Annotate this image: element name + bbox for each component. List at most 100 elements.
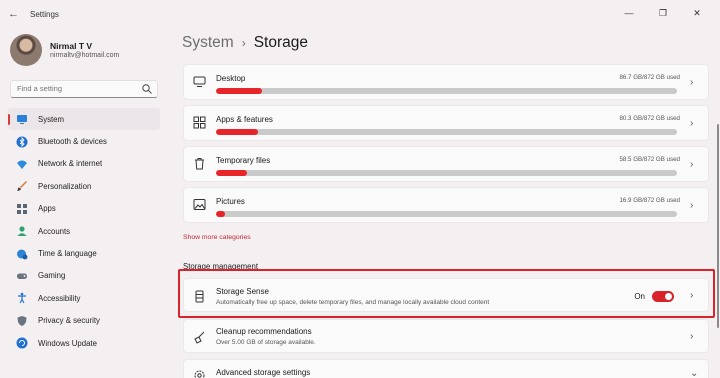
breadcrumb-parent[interactable]: System	[182, 34, 234, 52]
cleanup-label: Cleanup recommendations	[216, 327, 312, 336]
chevron-right-icon: ›	[690, 77, 694, 88]
person-icon	[16, 225, 28, 237]
shield-icon	[16, 315, 28, 327]
desktop-icon	[192, 74, 206, 88]
sidebar-item-apps[interactable]: Apps	[8, 198, 160, 220]
user-name: Nirmal T V	[50, 41, 93, 51]
category-label: Apps & features	[216, 115, 273, 124]
storage-sense-label: Storage Sense	[216, 287, 269, 296]
sidebar-item-bluetooth[interactable]: Bluetooth & devices	[8, 130, 160, 152]
usage-bar	[216, 129, 677, 135]
usage-bar	[216, 170, 677, 176]
category-label: Desktop	[216, 74, 246, 83]
apps-features-icon	[192, 115, 206, 129]
sidebar-item-label: Bluetooth & devices	[38, 137, 107, 147]
category-used: 16.9 GB/872 GB used	[619, 197, 680, 204]
category-desktop[interactable]: Desktop 86.7 GB/872 GB used ›	[183, 64, 709, 100]
usage-bar-fill	[216, 170, 247, 176]
chevron-down-icon: ⌄	[690, 368, 699, 378]
breadcrumb-separator: ›	[241, 36, 246, 50]
sidebar-item-label: Accessibility	[38, 293, 81, 303]
sidebar-item-label: Gaming	[38, 271, 66, 281]
scrollbar-thumb[interactable]	[717, 124, 719, 328]
usage-bar-fill	[216, 88, 262, 94]
storage-sense-toggle[interactable]	[652, 291, 674, 302]
advanced-storage-label: Advanced storage settings	[216, 368, 311, 377]
storage-sense-row[interactable]: Storage Sense Automatically free up spac…	[183, 278, 709, 312]
sidebar: Nirmal T V nirmaltv@hotmail.com System B…	[0, 28, 168, 378]
category-temporary-files[interactable]: Temporary files 58.5 GB/872 GB used ›	[183, 146, 709, 182]
cleanup-recommendations-row[interactable]: Cleanup recommendations Over 5.00 GB of …	[183, 319, 709, 353]
usage-bar	[216, 88, 677, 94]
sidebar-item-windows-update[interactable]: Windows Update	[8, 332, 160, 354]
category-used: 80.3 GB/872 GB used	[619, 115, 680, 122]
window-controls: — ❐ ✕	[612, 4, 714, 22]
search-icon[interactable]	[141, 83, 153, 95]
page-title: Storage	[253, 34, 308, 51]
monitor-icon	[16, 113, 28, 125]
toggle-state-label: On	[634, 292, 645, 301]
category-used: 86.7 GB/872 GB used	[619, 74, 680, 81]
chevron-right-icon: ›	[690, 331, 694, 342]
user-email: nirmaltv@hotmail.com	[50, 52, 120, 59]
advanced-storage-settings-row[interactable]: Advanced storage settings ⌄	[183, 359, 709, 378]
window-title: Settings	[30, 10, 59, 19]
sidebar-item-privacy-security[interactable]: Privacy & security	[8, 310, 160, 332]
sidebar-item-label: Personalization	[38, 181, 92, 191]
sidebar-item-label: Accounts	[38, 226, 71, 236]
broom-icon	[192, 330, 206, 344]
category-apps-features[interactable]: Apps & features 80.3 GB/872 GB used ›	[183, 105, 709, 141]
close-icon[interactable]: ✕	[680, 4, 714, 22]
sidebar-item-accounts[interactable]: Accounts	[8, 220, 160, 242]
update-icon	[16, 337, 28, 349]
sidebar-item-label: Apps	[38, 204, 56, 214]
bluetooth-icon	[16, 136, 28, 148]
main-content: System › Storage Desktop 86.7 GB/872 GB …	[176, 28, 716, 378]
wifi-icon	[16, 158, 28, 170]
title-bar: ← Settings — ❐ ✕	[0, 0, 720, 28]
back-arrow-icon[interactable]: ←	[8, 8, 20, 20]
nav-list: System Bluetooth & devices Network & int…	[8, 108, 160, 354]
sidebar-item-network[interactable]: Network & internet	[8, 153, 160, 175]
apps-icon	[16, 203, 28, 215]
chevron-right-icon: ›	[690, 200, 694, 211]
chevron-right-icon: ›	[690, 290, 694, 301]
sidebar-item-personalization[interactable]: Personalization	[8, 175, 160, 197]
sidebar-item-label: Windows Update	[38, 338, 97, 348]
show-more-categories-link[interactable]: Show more categories	[183, 234, 251, 241]
trash-icon	[192, 156, 206, 170]
gamepad-icon	[16, 270, 28, 282]
category-pictures[interactable]: Pictures 16.9 GB/872 GB used ›	[183, 187, 709, 223]
storage-sense-description: Automatically free up space, delete temp…	[216, 299, 490, 306]
search-input[interactable]	[17, 84, 137, 93]
usage-bar-fill	[216, 129, 259, 135]
sidebar-item-time-language[interactable]: Time & language	[8, 242, 160, 264]
avatar[interactable]	[10, 34, 42, 66]
usage-bar	[216, 211, 677, 217]
sidebar-item-gaming[interactable]: Gaming	[8, 265, 160, 287]
scrollbar[interactable]	[716, 28, 720, 378]
sidebar-item-label: System	[38, 114, 64, 124]
picture-icon	[192, 197, 206, 211]
category-label: Pictures	[216, 197, 245, 206]
accessibility-icon	[16, 292, 28, 304]
category-used: 58.5 GB/872 GB used	[619, 156, 680, 163]
sidebar-item-label: Privacy & security	[38, 316, 100, 326]
sidebar-item-label: Time & language	[38, 249, 97, 259]
usage-bar-fill	[216, 211, 225, 217]
globe-clock-icon	[16, 248, 28, 260]
gear-icon	[192, 368, 206, 378]
chevron-right-icon: ›	[690, 118, 694, 129]
breadcrumb: System › Storage	[182, 34, 308, 52]
search-box[interactable]	[10, 80, 158, 98]
cleanup-description: Over 5.00 GB of storage available.	[216, 339, 316, 346]
sidebar-item-system[interactable]: System	[8, 108, 160, 131]
brush-icon	[16, 180, 28, 192]
category-label: Temporary files	[216, 156, 271, 165]
chevron-right-icon: ›	[690, 159, 694, 170]
minimize-icon[interactable]: —	[612, 4, 646, 22]
sidebar-item-label: Network & internet	[38, 159, 103, 169]
sidebar-item-accessibility[interactable]: Accessibility	[8, 287, 160, 309]
hard-drive-icon	[192, 289, 206, 303]
maximize-icon[interactable]: ❐	[646, 4, 680, 22]
